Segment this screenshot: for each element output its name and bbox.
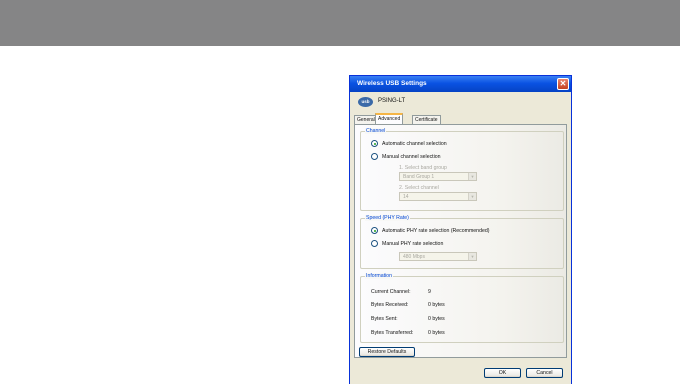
channel-select-label: 2. Select channel: [399, 185, 439, 191]
manual-phy-rate-label: Manual PHY rate selection: [382, 241, 444, 247]
ok-button[interactable]: OK: [484, 368, 521, 378]
chevron-down-icon: ▼: [468, 253, 476, 260]
usb-logo-icon: usb: [358, 97, 373, 107]
information-group-title: Information: [365, 273, 393, 279]
information-group: Information Current Channel: 9 Bytes Rec…: [360, 273, 564, 343]
bytes-transferred-label: Bytes Transferred:: [371, 330, 414, 336]
auto-phy-rate-radio[interactable]: [371, 227, 378, 234]
advanced-tab-panel: Channel Automatic channel selection Manu…: [354, 124, 567, 358]
phy-rate-value: 480 Mbps: [403, 254, 425, 260]
current-channel-label: Current Channel:: [371, 289, 411, 295]
bytes-received-value: 0 bytes: [428, 302, 445, 308]
band-group-label: 1. Select band group: [399, 165, 447, 171]
channel-group: Channel Automatic channel selection Manu…: [360, 128, 564, 211]
auto-channel-label: Automatic channel selection: [382, 141, 447, 147]
channel-group-title: Channel: [365, 128, 387, 134]
tab-advanced[interactable]: Advanced: [375, 113, 404, 124]
top-banner: [0, 0, 680, 46]
channel-value: 14: [403, 194, 409, 200]
speed-group: Speed (PHY Rate) Automatic PHY rate sele…: [360, 215, 564, 269]
bytes-transferred-value: 0 bytes: [428, 330, 445, 336]
manual-channel-radio[interactable]: [371, 153, 378, 160]
band-group-value: Band Group 1: [403, 174, 435, 180]
window-title: Wireless USB Settings: [357, 80, 427, 87]
manual-phy-rate-radio[interactable]: [371, 240, 378, 247]
channel-select[interactable]: 14 ▼: [399, 192, 477, 201]
cancel-button[interactable]: Cancel: [526, 368, 563, 378]
manual-channel-label: Manual channel selection: [382, 154, 441, 160]
phy-rate-select[interactable]: 480 Mbps ▼: [399, 252, 477, 261]
band-group-select[interactable]: Band Group 1 ▼: [399, 172, 477, 181]
title-bar[interactable]: Wireless USB Settings ✕: [350, 76, 571, 92]
device-name: PSING-LT: [378, 98, 406, 104]
restore-defaults-button[interactable]: Restore Defaults: [359, 347, 415, 357]
bytes-sent-label: Bytes Sent:: [371, 316, 398, 322]
current-channel-value: 9: [428, 289, 431, 295]
close-button[interactable]: ✕: [557, 78, 569, 90]
chevron-down-icon: ▼: [468, 193, 476, 200]
device-header: usb PSING-LT: [350, 92, 571, 112]
chevron-down-icon: ▼: [468, 173, 476, 180]
tab-certificate[interactable]: Certificate: [412, 115, 441, 124]
bytes-sent-value: 0 bytes: [428, 316, 445, 322]
auto-phy-rate-label: Automatic PHY rate selection (Recommende…: [382, 228, 490, 234]
wireless-usb-settings-dialog: Wireless USB Settings ✕ usb PSING-LT Gen…: [349, 75, 572, 384]
bytes-received-label: Bytes Received:: [371, 302, 409, 308]
auto-channel-radio[interactable]: [371, 140, 378, 147]
speed-group-title: Speed (PHY Rate): [365, 215, 410, 221]
